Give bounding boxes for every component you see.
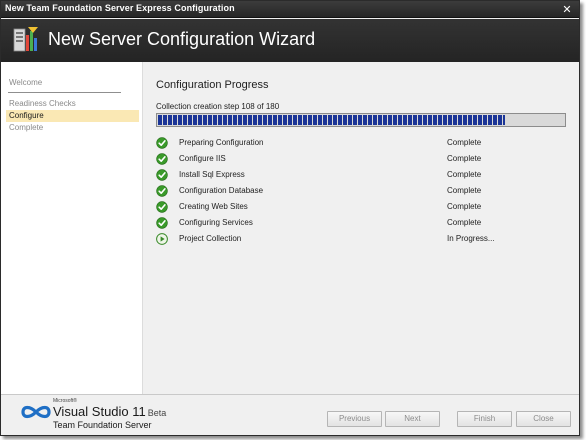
step-name: Install Sql Express [179, 170, 245, 179]
step-status: Complete [447, 202, 482, 211]
wizard-title: New Server Configuration Wizard [48, 29, 316, 49]
check-circle-icon [156, 153, 168, 165]
step-name: Project Collection [179, 234, 242, 243]
step-row: Configure IIS Complete [156, 153, 566, 167]
step-row: Project Collection In Progress... [156, 233, 566, 247]
check-circle-icon [156, 185, 168, 197]
step-row: Creating Web Sites Complete [156, 201, 566, 215]
check-circle-icon [156, 169, 168, 181]
wizard-sidebar: Welcome Readiness Checks Configure Compl… [1, 62, 143, 394]
logo-product: Visual Studio 11 Beta [53, 404, 166, 419]
nav-divider [8, 92, 121, 93]
wizard-footer: Microsoft® Visual Studio 11 Beta Team Fou… [1, 394, 579, 435]
server-wizard-icon [13, 27, 38, 52]
main-panel: Configuration Progress Collection creati… [144, 62, 579, 394]
close-window-icon[interactable]: ✕ [559, 3, 575, 16]
check-circle-icon [156, 137, 168, 149]
step-name: Configuration Database [179, 186, 264, 195]
step-status: Complete [447, 154, 482, 163]
step-name: Preparing Configuration [179, 138, 264, 147]
progress-bar-fill [158, 115, 505, 125]
step-row: Configuration Database Complete [156, 185, 566, 199]
step-row: Preparing Configuration Complete [156, 137, 566, 151]
step-status: Complete [447, 218, 482, 227]
nav-item-configure[interactable]: Configure [6, 110, 139, 122]
nav-item-readiness-checks[interactable]: Readiness Checks [6, 98, 139, 110]
step-name: Creating Web Sites [179, 202, 248, 211]
wizard-banner: New Server Configuration Wizard [1, 19, 579, 62]
step-status: Complete [447, 170, 482, 179]
step-name: Configure IIS [179, 154, 226, 163]
step-status: Complete [447, 138, 482, 147]
nav-item-welcome[interactable]: Welcome [6, 77, 139, 89]
progress-bar [156, 113, 566, 127]
close-button[interactable]: Close [516, 411, 571, 427]
step-row: Configuring Services Complete [156, 217, 566, 231]
previous-button[interactable]: Previous [327, 411, 382, 427]
step-status: Complete [447, 186, 482, 195]
wizard-window: New Team Foundation Server Express Confi… [0, 0, 580, 436]
step-name: Configuring Services [179, 218, 253, 227]
nav-item-complete[interactable]: Complete [6, 122, 139, 134]
logo-edition: Beta [147, 408, 167, 418]
next-button[interactable]: Next [385, 411, 440, 427]
finish-button[interactable]: Finish [457, 411, 512, 427]
logo-product-name: Visual Studio 11 [53, 404, 146, 419]
title-bar: New Team Foundation Server Express Confi… [1, 1, 579, 18]
step-status: In Progress... [447, 234, 495, 243]
progress-step-text: Collection creation step 108 of 180 [156, 102, 280, 111]
step-row: Install Sql Express Complete [156, 169, 566, 183]
visual-studio-logo-icon [21, 405, 51, 419]
check-circle-icon [156, 217, 168, 229]
logo-subtitle: Team Foundation Server [53, 420, 152, 430]
check-circle-icon [156, 201, 168, 213]
window-title: New Team Foundation Server Express Confi… [5, 3, 235, 13]
play-circle-icon [156, 233, 168, 245]
section-title: Configuration Progress [156, 79, 269, 91]
